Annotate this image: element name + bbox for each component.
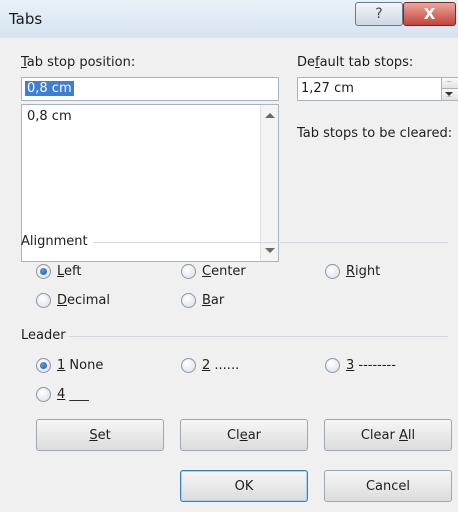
set-button[interactable]: Set (36, 419, 164, 451)
ok-button[interactable]: OK (180, 470, 308, 502)
tabs-dialog: Tabs ? X Tab stop position: 0,8 cm 0,8 c… (0, 0, 458, 512)
alignment-decimal-radio[interactable]: Decimal (36, 293, 110, 308)
radio-icon (181, 358, 196, 373)
radio-icon (325, 358, 340, 373)
tab-stop-position-value: 0,8 cm (25, 81, 74, 96)
radio-icon (181, 264, 196, 279)
clear-all-button[interactable]: Clear All (324, 419, 452, 451)
radio-checked-icon (36, 264, 51, 279)
tab-stops-to-be-cleared-label: Tab stops to be cleared: (297, 126, 453, 141)
close-icon: X (423, 5, 436, 23)
leader-divider (69, 336, 448, 337)
leader-dashes-radio[interactable]: 3 -------- (325, 358, 396, 373)
alignment-center-radio[interactable]: Center (181, 264, 246, 279)
spin-buttons (441, 78, 458, 100)
leader-dots-radio[interactable]: 2 ...... (181, 358, 239, 373)
leader-none-radio[interactable]: 1 None (36, 358, 103, 373)
cancel-button[interactable]: Cancel (324, 470, 452, 502)
radio-icon (325, 264, 340, 279)
dialog-body: Tab stop position: 0,8 cm 0,8 cm Default… (7, 38, 458, 510)
tab-stop-position-label: Tab stop position: (21, 55, 136, 70)
help-button[interactable]: ? (355, 2, 403, 26)
chevron-down-icon (445, 92, 453, 97)
default-tab-stops-label: Default tab stops: (297, 55, 414, 70)
scroll-up-icon[interactable] (265, 113, 275, 118)
tab-stop-position-input[interactable]: 0,8 cm (21, 77, 279, 101)
list-item[interactable]: 0,8 cm (27, 109, 72, 124)
chevron-up-icon (445, 81, 453, 82)
tab-stop-list-scrollbar[interactable] (260, 105, 278, 261)
alignment-divider (93, 242, 448, 243)
spin-down-button[interactable] (442, 89, 458, 100)
alignment-left-radio[interactable]: Left (36, 264, 81, 279)
radio-icon (36, 387, 51, 402)
radio-checked-icon (36, 358, 51, 373)
scroll-down-icon[interactable] (265, 248, 275, 253)
alignment-right-radio[interactable]: Right (325, 264, 380, 279)
default-tab-stops-spinner[interactable]: 1,27 cm (297, 77, 458, 101)
leader-underline-radio[interactable]: 4 ___ (36, 387, 89, 402)
default-tab-stops-value: 1,27 cm (301, 81, 354, 96)
radio-icon (36, 293, 51, 308)
leader-group-label: Leader (21, 328, 66, 343)
window-title: Tabs (9, 10, 43, 28)
radio-icon (181, 293, 196, 308)
spin-up-button[interactable] (442, 78, 458, 89)
alignment-bar-radio[interactable]: Bar (181, 293, 224, 308)
alignment-group-label: Alignment (21, 234, 88, 249)
help-icon: ? (375, 6, 383, 22)
title-bar: Tabs ? X (0, 0, 458, 38)
clear-button[interactable]: Clear (180, 419, 308, 451)
close-button[interactable]: X (403, 2, 456, 26)
